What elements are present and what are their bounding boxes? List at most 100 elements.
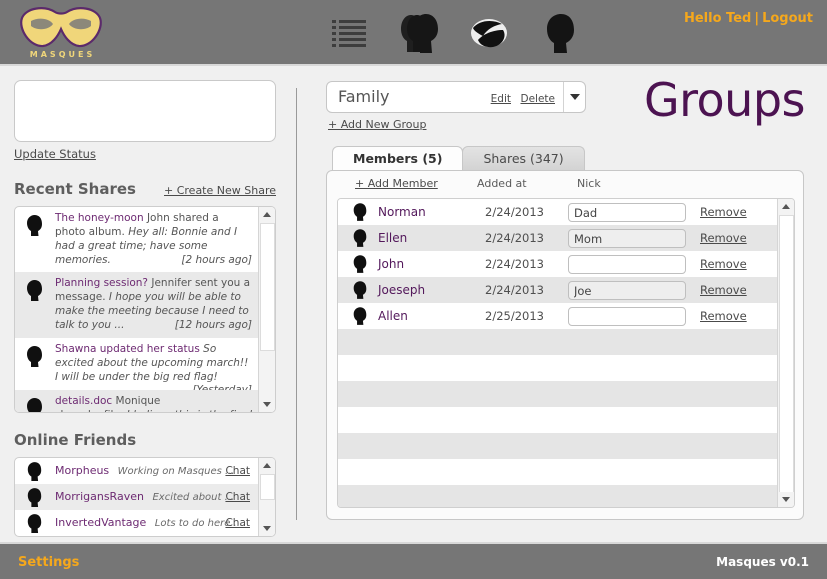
header-separator: | [754, 11, 760, 26]
nav-profile-button[interactable] [535, 8, 583, 58]
mask-icon [471, 19, 507, 48]
table-row[interactable]: John 2/24/2013 Remove [338, 251, 777, 277]
recent-shares-title: Recent Shares [14, 180, 136, 198]
share-title[interactable]: Planning session? [55, 277, 148, 289]
online-friends-header: Online Friends [14, 431, 276, 451]
member-name[interactable]: Joeseph [378, 277, 425, 303]
list-item[interactable]: details.doc Monique shared a file. I bel… [15, 389, 258, 412]
logout-link[interactable]: Logout [762, 11, 813, 26]
update-status-link[interactable]: Update Status [14, 147, 96, 161]
group-dropdown-button[interactable] [563, 82, 585, 112]
list-item[interactable]: Chat MorrigansRaven Excited about ... [15, 484, 258, 510]
table-row[interactable]: Joeseph 2/24/2013 Remove [338, 277, 777, 303]
nav-masques-button[interactable] [465, 8, 513, 58]
settings-link[interactable]: Settings [18, 555, 79, 570]
scroll-up-button[interactable] [778, 199, 794, 214]
friend-name[interactable]: MorrigansRaven [55, 490, 144, 503]
group-selector[interactable]: Family Edit Delete [326, 81, 586, 113]
scrollbar[interactable] [258, 458, 275, 536]
online-friends-list: Chat Morpheus Working on Masques ... Cha… [14, 457, 276, 537]
triangle-down-icon [263, 526, 271, 531]
list-item[interactable]: Chat Morpheus Working on Masques ... [15, 458, 258, 484]
online-friends-title: Online Friends [14, 431, 137, 449]
avatar-icon [353, 203, 367, 221]
column-added-at: Added at [477, 177, 527, 190]
member-added-at: 2/25/2013 [485, 309, 544, 323]
friend-name[interactable]: Morpheus [55, 464, 109, 477]
app-header: MASQUES Hello Ted | Logout [0, 0, 827, 66]
member-name[interactable]: John [378, 251, 404, 277]
page-title: Groups [643, 73, 806, 127]
friend-status: Working on Masques ... [117, 466, 235, 477]
table-row-empty [338, 485, 777, 507]
list-item[interactable]: Chat InvertedVantage Lots to do here ... [15, 510, 258, 536]
scrollbar[interactable] [258, 207, 275, 412]
add-new-group-link[interactable]: + Add New Group [328, 118, 426, 131]
scrollbar-thumb[interactable] [260, 474, 275, 500]
triangle-up-icon [263, 212, 271, 217]
header-nav [325, 8, 583, 58]
status-input[interactable] [14, 80, 276, 142]
mask-logo-icon [20, 7, 102, 48]
share-title[interactable]: Shawna updated her status [55, 343, 200, 355]
add-member-link[interactable]: + Add Member [355, 177, 438, 190]
tab-members[interactable]: Members (5) [332, 146, 464, 170]
column-nick: Nick [577, 177, 601, 190]
table-row[interactable]: Allen 2/25/2013 Remove [338, 303, 777, 329]
member-nick-input[interactable] [568, 281, 686, 300]
app-logo[interactable]: MASQUES [18, 5, 104, 63]
share-timestamp: [2 hours ago] [181, 253, 252, 266]
avatar-icon [27, 514, 42, 533]
remove-member-link[interactable]: Remove [700, 251, 747, 277]
remove-member-link[interactable]: Remove [700, 277, 747, 303]
scroll-down-button[interactable] [778, 492, 794, 507]
remove-member-link[interactable]: Remove [700, 225, 747, 251]
edit-group-link[interactable]: Edit [491, 93, 511, 105]
sidebar-divider [296, 88, 297, 520]
list-item[interactable]: Shawna updated her status So excited abo… [15, 338, 258, 396]
main-content: Groups Family Edit Delete + Add New Grou… [310, 66, 827, 542]
member-nick-input[interactable] [568, 255, 686, 274]
remove-member-link[interactable]: Remove [700, 303, 747, 329]
member-name[interactable]: Allen [378, 303, 408, 329]
member-nick-input[interactable] [568, 307, 686, 326]
scroll-down-button[interactable] [259, 521, 275, 536]
triangle-up-icon [263, 463, 271, 468]
nav-feed-button[interactable] [325, 8, 373, 58]
member-name[interactable]: Norman [378, 199, 426, 225]
share-title[interactable]: The honey-moon [55, 212, 144, 224]
delete-group-link[interactable]: Delete [521, 93, 556, 105]
members-panel: + Add Member Added at Nick Norman 2/24/2… [326, 170, 804, 520]
member-name[interactable]: Ellen [378, 225, 407, 251]
list-item[interactable]: Planning session? Jennifer sent you a me… [15, 272, 258, 338]
scroll-up-button[interactable] [259, 207, 275, 222]
list-item[interactable]: The honey-moon John shared a photo album… [15, 207, 258, 272]
tab-bar: Members (5) Shares (347) [332, 146, 585, 170]
scrollbar-thumb[interactable] [779, 215, 794, 493]
create-new-share-link[interactable]: + Create New Share [164, 184, 276, 197]
scroll-down-button[interactable] [259, 397, 275, 412]
share-title[interactable]: details.doc [55, 395, 112, 407]
greeting-label: Hello Ted [683, 11, 752, 26]
nav-groups-button[interactable] [395, 8, 443, 58]
share-timestamp: [12 hours ago] [174, 319, 252, 332]
table-row[interactable]: Ellen 2/24/2013 Remove [338, 225, 777, 251]
tab-shares[interactable]: Shares (347) [462, 146, 585, 170]
avatar-icon [353, 307, 367, 325]
list-icon [332, 20, 366, 47]
scroll-up-button[interactable] [259, 458, 275, 473]
scrollbar[interactable] [777, 199, 794, 507]
member-added-at: 2/24/2013 [485, 257, 544, 271]
friend-name[interactable]: InvertedVantage [55, 516, 146, 529]
table-row-empty [338, 381, 777, 407]
table-row[interactable]: Norman 2/24/2013 Remove [338, 199, 777, 225]
remove-member-link[interactable]: Remove [700, 199, 747, 225]
member-nick-input[interactable] [568, 203, 686, 222]
avatar-icon [353, 281, 367, 299]
avatar-icon [353, 229, 367, 247]
avatar-icon [27, 215, 42, 236]
member-nick-input[interactable] [568, 229, 686, 248]
recent-shares-header: Recent Shares + Create New Share [14, 180, 276, 200]
scrollbar-thumb[interactable] [260, 223, 275, 351]
app-footer: Settings Masques v0.1 [0, 542, 827, 579]
